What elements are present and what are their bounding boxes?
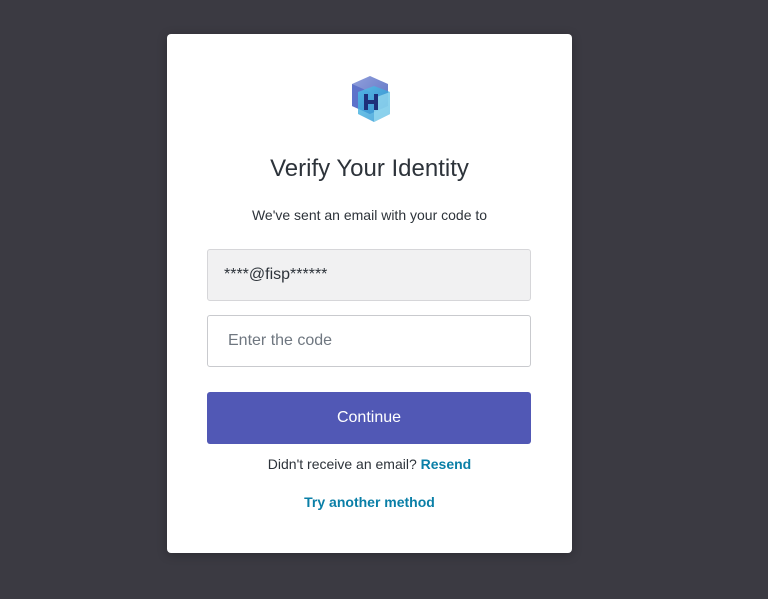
continue-button[interactable]: Continue <box>207 392 531 444</box>
email-display-field: ****@fisp****** <box>207 249 531 301</box>
resend-link[interactable]: Resend <box>421 456 472 472</box>
resend-prompt: Didn't receive an email? <box>267 456 421 472</box>
email-sent-message: We've sent an email with your code to <box>251 207 488 223</box>
try-another-method-link[interactable]: Try another method <box>304 494 435 510</box>
resend-row: Didn't receive an email? Resend <box>167 456 572 472</box>
try-another-row: Try another method <box>167 494 572 510</box>
verify-identity-card: Verify Your Identity We've sent an email… <box>167 34 572 553</box>
cube-logo-icon <box>352 76 390 122</box>
code-input[interactable] <box>207 315 531 367</box>
page-title: Verify Your Identity <box>270 155 469 182</box>
